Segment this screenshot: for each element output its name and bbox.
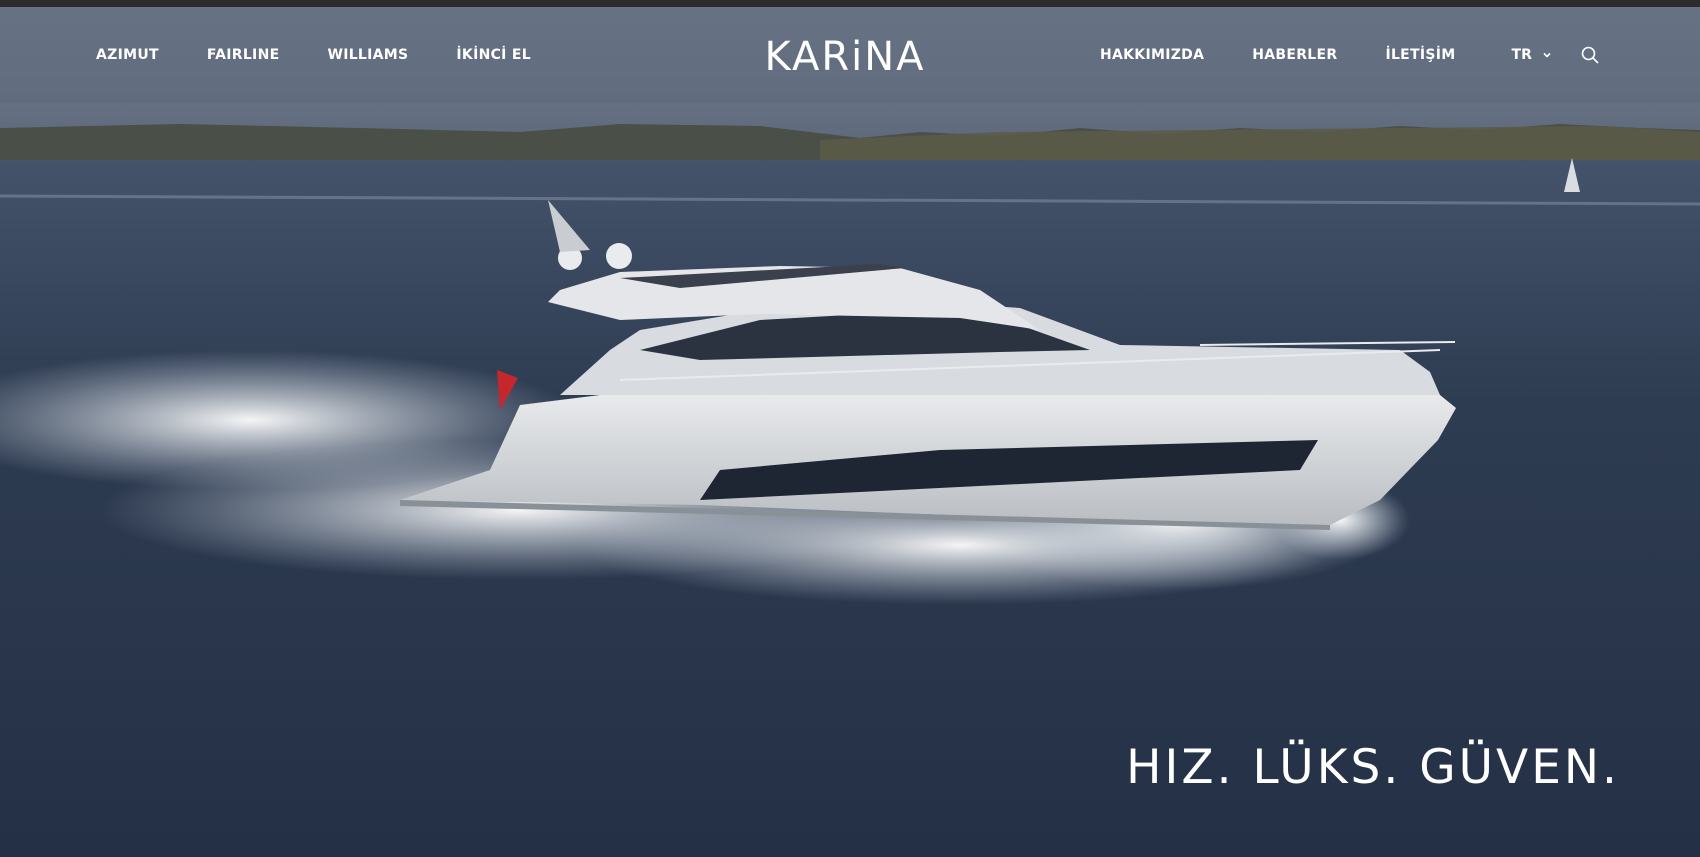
language-selector[interactable]: TR	[1512, 47, 1552, 63]
site-logo[interactable]: KARiNA	[760, 35, 930, 79]
nav-link-hakkimizda[interactable]: HAKKIMIZDA	[1100, 47, 1204, 63]
primary-nav: AZIMUT FAIRLINE WILLIAMS İKİNCİ EL	[96, 7, 579, 103]
nav-link-fairline[interactable]: FAIRLINE	[207, 47, 280, 63]
search-icon[interactable]	[1580, 45, 1600, 65]
nav-link-haberler[interactable]: HABERLER	[1252, 47, 1337, 63]
chevron-down-icon	[1542, 50, 1552, 60]
nav-link-iletisim[interactable]: İLETİŞİM	[1385, 47, 1455, 63]
hero-image	[0, 0, 1700, 857]
nav-link-ikinci-el[interactable]: İKİNCİ EL	[456, 47, 531, 63]
nav-link-azimut[interactable]: AZIMUT	[96, 47, 159, 63]
top-strip	[0, 0, 1700, 7]
hero-tagline: HIZ. LÜKS. GÜVEN.	[1126, 740, 1620, 795]
yacht-scene	[0, 0, 1700, 857]
page: AZIMUT FAIRLINE WILLIAMS İKİNCİ EL KARiN…	[0, 0, 1700, 857]
site-header: AZIMUT FAIRLINE WILLIAMS İKİNCİ EL KARiN…	[0, 7, 1700, 103]
language-label: TR	[1511, 47, 1532, 63]
nav-link-williams[interactable]: WILLIAMS	[327, 47, 408, 63]
secondary-nav: HAKKIMIZDA HABERLER İLETİŞİM TR	[1100, 7, 1552, 103]
